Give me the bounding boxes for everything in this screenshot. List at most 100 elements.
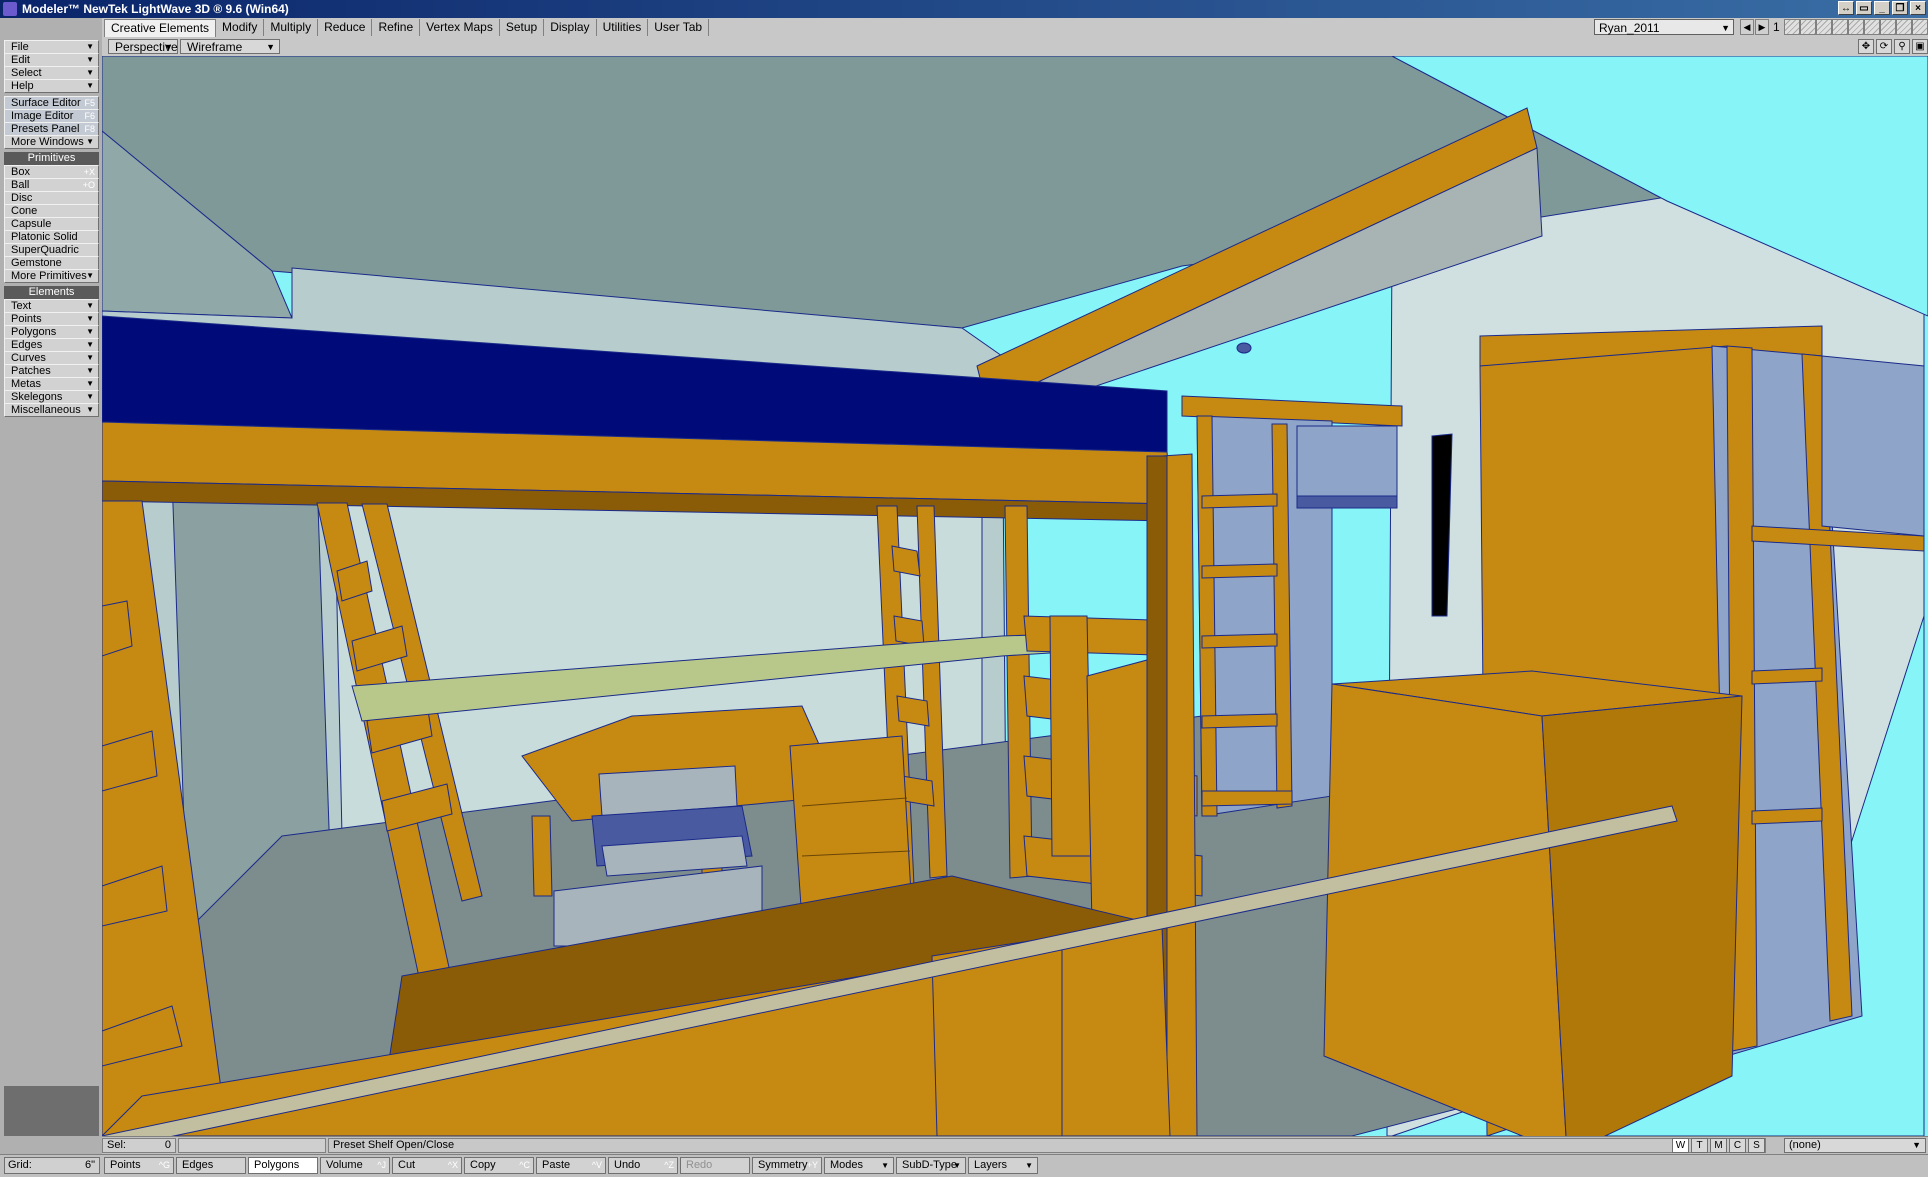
cut-button[interactable]: Cut ^X [392,1157,462,1174]
redo-button[interactable]: Redo [680,1157,750,1174]
map-mode-c-button[interactable]: C [1729,1138,1746,1153]
button-label: SubD-Type [902,1159,958,1171]
layer-cell[interactable] [1816,19,1832,35]
tab-setup[interactable]: Setup [500,19,545,36]
map-mode-s-button[interactable]: S [1748,1138,1765,1153]
prev-layer-icon[interactable]: ◀ [1740,19,1754,35]
symmetry-button[interactable]: Symmetry +Y [752,1157,822,1174]
element-text[interactable]: Text ▼ [4,299,99,313]
edges-button[interactable]: Edges [176,1157,246,1174]
map-mode-w-button[interactable]: W [1672,1138,1689,1153]
primitive-disc[interactable]: Disc [4,191,99,205]
tab-refine[interactable]: Refine [372,19,421,36]
bottom-toolbar: Grid: 6" Points ^G Edges Polygons ^H Volume ^J… [0,1154,1928,1177]
tab-utilities[interactable]: Utilities [597,19,649,36]
menu-file[interactable]: File ▼ [4,40,99,54]
layers-button[interactable]: Layers ▼ [968,1157,1038,1174]
polygons-button[interactable]: Polygons ^H [248,1157,318,1174]
chevron-down-icon: ▼ [953,1161,961,1170]
grid-label: Grid: [8,1159,32,1171]
element-polygons-label: Polygons [11,326,57,338]
window-surface-editor[interactable]: Surface Editor F5 [4,96,99,110]
zoom-view-icon[interactable]: ⚲ [1894,39,1910,54]
element-points[interactable]: Points ▼ [4,312,99,326]
tab-creative-elements[interactable]: Creative Elements [104,19,217,37]
map-mode-t-button[interactable]: T [1691,1138,1708,1153]
minimize-icon[interactable]: _ [1874,1,1890,15]
object-name: Ryan_2011 [1599,21,1660,35]
tab-modify[interactable]: Modify [216,19,265,36]
primitive-superquadric[interactable]: SuperQuadric [4,243,99,257]
layer-cell[interactable] [1784,19,1800,35]
window-title: Modeler™ NewTek LightWave 3D ® 9.6 (Win6… [22,2,289,16]
perspective-viewport[interactable] [102,56,1928,1136]
chevron-down-icon: ▼ [1721,23,1730,33]
ceiling-light [1236,342,1252,354]
volume-button[interactable]: Volume ^J [320,1157,390,1174]
modes-button[interactable]: Modes ▼ [824,1157,894,1174]
layer-cell[interactable] [1832,19,1848,35]
window-presets-panel[interactable]: Presets Panel F8 [4,122,99,136]
element-edges[interactable]: Edges ▼ [4,338,99,352]
grid-value: 6" [84,1159,95,1171]
vertex-map-dropdown[interactable]: (none) ▼ [1784,1138,1926,1153]
maximize-viewport-icon[interactable]: ▭ [1856,1,1872,15]
map-mode-m-button[interactable]: M [1710,1138,1727,1153]
subd-type-button[interactable]: SubD-Type ▼ [896,1157,966,1174]
tab-display[interactable]: Display [544,19,597,36]
shortcut-hint: ^Z [664,1160,674,1170]
element-metas[interactable]: Metas ▼ [4,377,99,391]
element-patches-label: Patches [11,365,51,377]
layer-cell[interactable] [1912,19,1928,35]
element-patches[interactable]: Patches ▼ [4,364,99,378]
element-miscellaneous[interactable]: Miscellaneous ▼ [4,403,99,417]
layer-cell[interactable] [1800,19,1816,35]
window-image-editor[interactable]: Image Editor F6 [4,109,99,123]
primitive-capsule[interactable]: Capsule [4,217,99,231]
tab-user-tab[interactable]: User Tab [648,19,710,36]
button-label: Points [110,1159,141,1171]
primitive-superquadric-label: SuperQuadric [11,244,79,256]
button-label: Undo [614,1159,641,1171]
shortcut-hint: F6 [84,111,95,121]
points-button[interactable]: Points ^G [104,1157,174,1174]
rotate-view-icon[interactable]: ⟳ [1876,39,1892,54]
primitive-cone[interactable]: Cone [4,204,99,218]
menu-help[interactable]: Help ▼ [4,79,99,93]
tab-multiply[interactable]: Multiply [264,19,319,36]
next-layer-icon[interactable]: ▶ [1755,19,1769,35]
tab-vertex-maps[interactable]: Vertex Maps [420,19,500,36]
primitive-box[interactable]: Box +X [4,165,99,179]
resize-icon[interactable]: ↔ [1838,1,1854,15]
element-skelegons[interactable]: Skelegons ▼ [4,390,99,404]
primitive-platonic-solid[interactable]: Platonic Solid [4,230,99,244]
element-polygons[interactable]: Polygons ▼ [4,325,99,339]
primitive-gemstone[interactable]: Gemstone [4,256,99,270]
more-primitives-button[interactable]: More Primitives ▼ [4,269,99,283]
maximize-view-icon[interactable]: ▣ [1912,39,1928,54]
button-label: Polygons [254,1159,300,1171]
menu-edit[interactable]: Edit ▼ [4,53,99,67]
move-view-icon[interactable]: ✥ [1858,39,1874,54]
view-type-dropdown[interactable]: Perspective ▼ [108,39,178,54]
primitive-ball[interactable]: Ball +O [4,178,99,192]
more-windows-button[interactable]: More Windows ▼ [4,135,99,149]
tab-reduce[interactable]: Reduce [318,19,373,36]
layer-cell[interactable] [1848,19,1864,35]
element-curves[interactable]: Curves ▼ [4,351,99,365]
chevron-down-icon: ▼ [86,353,94,362]
render-style-dropdown[interactable]: Wireframe Shade ▼ [180,39,280,68]
selection-value: 0 [164,1139,171,1151]
close-icon[interactable]: × [1910,1,1926,15]
menu-select[interactable]: Select ▼ [4,66,99,80]
layer-cell[interactable] [1896,19,1912,35]
restore-icon[interactable]: ❐ [1892,1,1908,15]
layer-cell[interactable] [1880,19,1896,35]
chevron-down-icon: ▼ [86,301,94,310]
copy-button[interactable]: Copy ^C [464,1157,534,1174]
shortcut-hint: F8 [84,124,95,134]
layer-cell[interactable] [1864,19,1880,35]
paste-button[interactable]: Paste ^V [536,1157,606,1174]
object-layer-select[interactable]: Ryan_2011 ▼ [1594,19,1734,35]
undo-button[interactable]: Undo ^Z [608,1157,678,1174]
